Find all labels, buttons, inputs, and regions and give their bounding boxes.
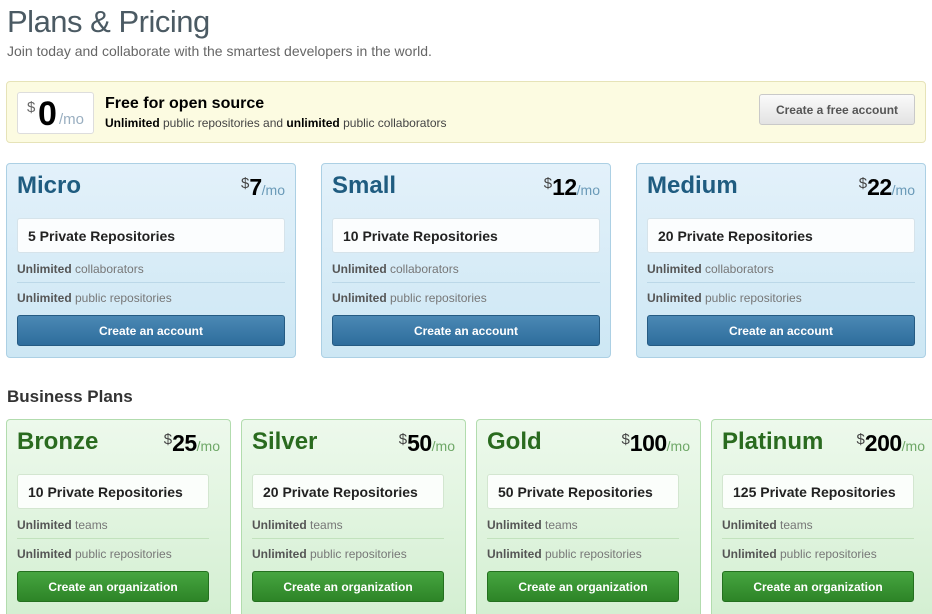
plan-feature-teams: Unlimited teams [252,518,343,532]
divider [722,538,914,539]
plan-feature-collaborators: Unlimited collaborators [17,262,144,276]
plan-feature-teams: Unlimited teams [487,518,578,532]
free-plan-price: $ 0 /mo [17,92,94,134]
create-organization-button-gold[interactable]: Create an organization [487,571,679,602]
plan-price: $12/mo [543,174,600,200]
plan-name: Silver [252,428,318,455]
plan-feature-public-repos: Unlimited public repositories [17,547,172,561]
plan-feature-public-repos: Unlimited public repositories [332,291,487,305]
divider [487,538,679,539]
plan-feature-public-repos: Unlimited public repositories [252,547,407,561]
plan-name: Small [332,172,397,199]
create-account-button-medium[interactable]: Create an account [647,315,915,346]
divider [332,282,600,283]
plan-name: Bronze [17,428,99,455]
plan-name: Gold [487,428,542,455]
plan-feature-public-repos: Unlimited public repositories [17,291,172,305]
price-period: /mo [59,111,85,128]
divider [252,538,444,539]
plan-card-gold: Gold $100/mo 50 Private Repositories Unl… [476,419,701,614]
plan-card-micro: Micro $7/mo 5 Private Repositories Unlim… [6,163,296,358]
plan-price: $100/mo [621,430,690,456]
plan-feature-public-repos: Unlimited public repositories [487,547,642,561]
plan-card-platinum: Platinum $200/mo 125 Private Repositorie… [711,419,932,614]
business-plans-heading: Business Plans [7,387,133,406]
create-account-button-micro[interactable]: Create an account [17,315,285,346]
plan-price: $7/mo [241,174,285,200]
free-plan-banner: $ 0 /mo Free for open source Unlimited p… [6,81,926,143]
price-currency: $ [27,99,36,116]
plan-name: Medium [647,172,738,199]
plan-feature-teams: Unlimited teams [17,518,108,532]
create-account-button-small[interactable]: Create an account [332,315,600,346]
plan-card-small: Small $12/mo 10 Private Repositories Unl… [321,163,611,358]
free-plan-description: Unlimited public repositories and unlimi… [105,116,447,130]
plan-card-silver: Silver $50/mo 20 Private Repositories Un… [241,419,466,614]
plan-feature-public-repos: Unlimited public repositories [722,547,877,561]
plan-feature-collaborators: Unlimited collaborators [332,262,459,276]
divider [17,538,209,539]
plan-private-repos: 5 Private Repositories [17,218,285,253]
plan-private-repos: 10 Private Repositories [17,474,209,509]
plan-name: Platinum [722,428,824,455]
page-title: Plans & Pricing [7,4,210,39]
create-free-account-button[interactable]: Create a free account [759,94,915,125]
plan-private-repos: 10 Private Repositories [332,218,600,253]
plan-name: Micro [17,172,82,199]
plan-card-bronze: Bronze $25/mo 10 Private Repositories Un… [6,419,231,614]
plan-price: $50/mo [398,430,455,456]
plan-feature-teams: Unlimited teams [722,518,813,532]
plan-feature-public-repos: Unlimited public repositories [647,291,802,305]
free-plan-title: Free for open source [105,95,265,112]
plan-private-repos: 20 Private Repositories [252,474,444,509]
plan-price: $22/mo [858,174,915,200]
price-amount: 0 [38,95,57,133]
create-organization-button-bronze[interactable]: Create an organization [17,571,209,602]
plan-price: $25/mo [163,430,220,456]
divider [17,282,285,283]
create-organization-button-silver[interactable]: Create an organization [252,571,444,602]
plan-private-repos: 20 Private Repositories [647,218,915,253]
divider [647,282,915,283]
plan-price: $200/mo [856,430,925,456]
plan-card-medium: Medium $22/mo 20 Private Repositories Un… [636,163,926,358]
plan-private-repos: 50 Private Repositories [487,474,679,509]
plan-feature-collaborators: Unlimited collaborators [647,262,774,276]
plan-private-repos: 125 Private Repositories [722,474,914,509]
page-subtitle: Join today and collaborate with the smar… [7,43,432,59]
create-organization-button-platinum[interactable]: Create an organization [722,571,914,602]
